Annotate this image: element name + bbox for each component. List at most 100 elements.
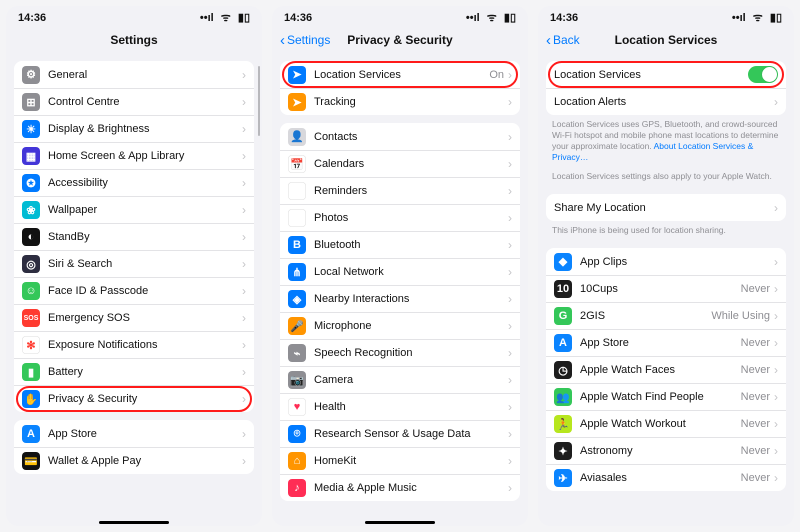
app-store-row[interactable]: AApp Store›	[14, 420, 254, 447]
home-indicator[interactable]	[365, 521, 435, 524]
home-screen-app-library-row[interactable]: ▦Home Screen & App Library›	[14, 142, 254, 169]
face-id-passcode-label: Face ID & Passcode	[48, 285, 242, 297]
home-indicator[interactable]	[99, 521, 169, 524]
homekit-row[interactable]: ⌂HomeKit›	[280, 447, 520, 474]
status-time: 14:36	[284, 12, 312, 24]
control-centre-row[interactable]: ⊞Control Centre›	[14, 88, 254, 115]
general-row[interactable]: ⚙General›	[14, 61, 254, 88]
camera-row[interactable]: 📷Camera›	[280, 366, 520, 393]
photos-label: Photos	[314, 212, 508, 224]
accessibility-label: Accessibility	[48, 177, 242, 189]
exposure-notifications-row[interactable]: ✻Exposure Notifications›	[14, 331, 254, 358]
chevron-left-icon: ‹	[546, 33, 551, 48]
battery-row[interactable]: ▮Battery›	[14, 358, 254, 385]
nearby-interactions-row[interactable]: ◈Nearby Interactions›	[280, 285, 520, 312]
chevron-right-icon: ›	[242, 176, 246, 190]
location-alerts-row[interactable]: Location Alerts›	[546, 88, 786, 115]
scroll-area[interactable]: Location ServicesLocation Alerts› Locati…	[538, 53, 794, 526]
chevron-right-icon: ›	[508, 238, 512, 252]
apple-watch-workout-value: Never	[741, 418, 770, 430]
health-row[interactable]: ♥Health›	[280, 393, 520, 420]
scroll-area[interactable]: ➤Location ServicesOn›➤Tracking› 👤Contact…	[272, 53, 528, 526]
status-bar: 14:36 ••ıl ᯤ ▮▯	[6, 6, 262, 27]
app-store-icon: A	[22, 425, 40, 443]
chevron-right-icon: ›	[242, 365, 246, 379]
bluetooth-row[interactable]: BBluetooth›	[280, 231, 520, 258]
scroll-area[interactable]: ⚙General›⊞Control Centre›☀Display & Brig…	[6, 53, 262, 526]
chevron-right-icon: ›	[242, 454, 246, 468]
face-id-passcode-row[interactable]: ☺Face ID & Passcode›	[14, 277, 254, 304]
app-store-app-row[interactable]: AApp StoreNever›	[546, 329, 786, 356]
wallpaper-row[interactable]: ❀Wallpaper›	[14, 196, 254, 223]
wallet-apple-pay-row[interactable]: 💳Wallet & Apple Pay›	[14, 447, 254, 474]
back-label: Back	[553, 33, 580, 47]
wallpaper-icon: ❀	[22, 201, 40, 219]
chevron-right-icon: ›	[774, 201, 778, 215]
bluetooth-icon: B	[288, 236, 306, 254]
share-my-location-row[interactable]: Share My Location›	[546, 194, 786, 221]
chevron-right-icon: ›	[242, 149, 246, 163]
tracking-row[interactable]: ➤Tracking›	[280, 88, 520, 115]
2gis-row[interactable]: G2GISWhile Using›	[546, 302, 786, 329]
scroll-indicator[interactable]	[258, 66, 260, 136]
location-services-toggle-row[interactable]: Location Services	[546, 61, 786, 88]
research-sensor-usage-data-row[interactable]: ⌾Research Sensor & Usage Data›	[280, 420, 520, 447]
emergency-sos-row[interactable]: SOSEmergency SOS›	[14, 304, 254, 331]
calendars-icon: 📅	[288, 155, 306, 173]
calendars-label: Calendars	[314, 158, 508, 170]
chevron-right-icon: ›	[508, 211, 512, 225]
app-clips-icon: ◆	[554, 253, 572, 271]
control-centre-label: Control Centre	[48, 96, 242, 108]
local-network-row[interactable]: ⋔Local Network›	[280, 258, 520, 285]
chevron-right-icon: ›	[508, 346, 512, 360]
10cups-row[interactable]: 1010CupsNever›	[546, 275, 786, 302]
apple-watch-workout-row[interactable]: 🏃Apple Watch WorkoutNever›	[546, 410, 786, 437]
photos-row[interactable]: ✿Photos›	[280, 204, 520, 231]
microphone-row[interactable]: 🎤Microphone›	[280, 312, 520, 339]
aviasales-row[interactable]: ✈AviasalesNever›	[546, 464, 786, 491]
chevron-right-icon: ›	[242, 122, 246, 136]
location-services-row[interactable]: ➤Location ServicesOn›	[280, 61, 520, 88]
privacy-security-label: Privacy & Security	[48, 393, 242, 405]
reminders-row[interactable]: ⋮Reminders›	[280, 177, 520, 204]
homekit-label: HomeKit	[314, 455, 508, 467]
microphone-icon: 🎤	[288, 317, 306, 335]
status-indicators: ••ıl ᯤ ▮▯	[196, 10, 250, 25]
apple-watch-find-people-value: Never	[741, 391, 770, 403]
astronomy-row[interactable]: ✦AstronomyNever›	[546, 437, 786, 464]
app-store-label: App Store	[48, 428, 242, 440]
location-services-toggle-label: Location Services	[554, 69, 748, 81]
contacts-row[interactable]: 👤Contacts›	[280, 123, 520, 150]
calendars-row[interactable]: 📅Calendars›	[280, 150, 520, 177]
display-brightness-row[interactable]: ☀Display & Brightness›	[14, 115, 254, 142]
location-services-toggle-switch[interactable]	[748, 66, 778, 83]
chevron-right-icon: ›	[508, 454, 512, 468]
local-network-label: Local Network	[314, 266, 508, 278]
accessibility-row[interactable]: ✪Accessibility›	[14, 169, 254, 196]
apple-watch-find-people-row[interactable]: 👥Apple Watch Find PeopleNever›	[546, 383, 786, 410]
navbar: ‹ Settings Privacy & Security	[272, 27, 528, 53]
chevron-right-icon: ›	[508, 68, 512, 82]
apple-watch-faces-row[interactable]: ◷Apple Watch FacesNever›	[546, 356, 786, 383]
health-icon: ♥	[288, 398, 306, 416]
siri-search-row[interactable]: ◎Siri & Search›	[14, 250, 254, 277]
privacy-security-row[interactable]: ✋Privacy & Security›	[14, 385, 254, 412]
chevron-right-icon: ›	[508, 400, 512, 414]
app-clips-row[interactable]: ◆App Clips›	[546, 248, 786, 275]
speech-recognition-row[interactable]: ⌁Speech Recognition›	[280, 339, 520, 366]
location-services-label: Location Services	[314, 69, 489, 81]
nearby-interactions-icon: ◈	[288, 290, 306, 308]
general-icon: ⚙	[22, 66, 40, 84]
media-apple-music-row[interactable]: ♪Media & Apple Music›	[280, 474, 520, 501]
chevron-right-icon: ›	[774, 336, 778, 350]
nearby-interactions-label: Nearby Interactions	[314, 293, 508, 305]
back-button[interactable]: ‹ Back	[546, 33, 580, 48]
chevron-right-icon: ›	[774, 282, 778, 296]
standby-row[interactable]: ◐StandBy›	[14, 223, 254, 250]
screen-settings: 14:36 ••ıl ᯤ ▮▯ Settings ⚙General›⊞Contr…	[6, 6, 262, 526]
contacts-label: Contacts	[314, 131, 508, 143]
back-button[interactable]: ‹ Settings	[280, 33, 330, 48]
back-label: Settings	[287, 33, 330, 47]
emergency-sos-label: Emergency SOS	[48, 312, 242, 324]
astronomy-label: Astronomy	[580, 445, 741, 457]
